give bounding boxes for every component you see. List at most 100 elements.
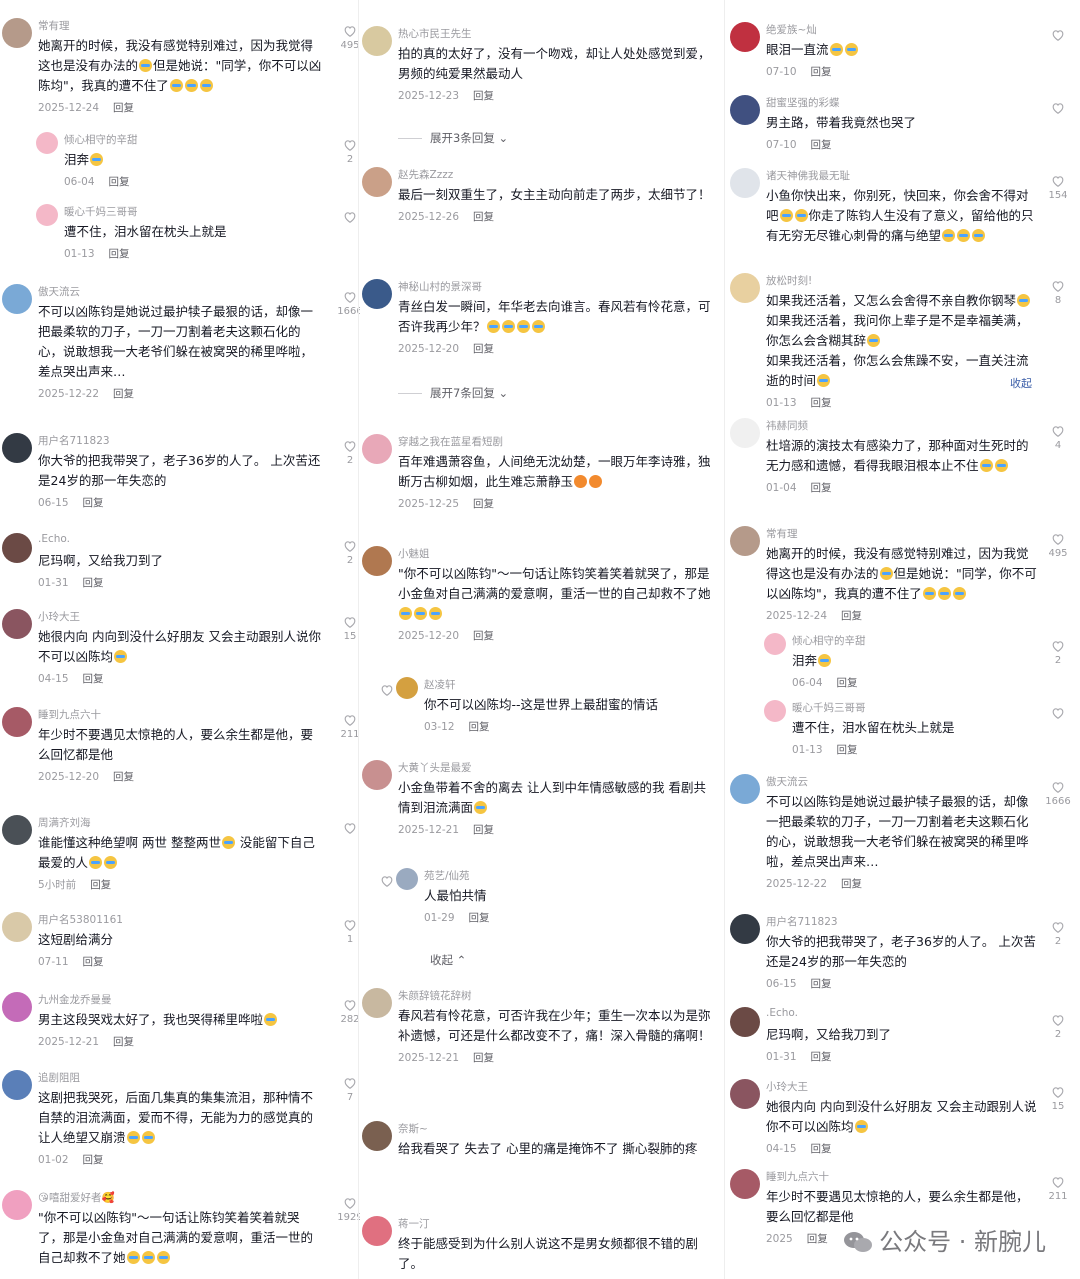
reply-button[interactable]: 回复: [837, 677, 858, 689]
like-button[interactable]: 2: [1043, 639, 1073, 666]
username[interactable]: 睡到九点六十: [766, 1169, 829, 1184]
like-button[interactable]: [372, 874, 402, 890]
avatar[interactable]: [730, 914, 760, 944]
avatar[interactable]: [730, 526, 760, 556]
avatar[interactable]: [2, 992, 32, 1022]
username[interactable]: 周满齐刘海: [38, 815, 91, 830]
username[interactable]: 用户名711823: [766, 914, 838, 929]
reply-button[interactable]: 回复: [807, 1233, 828, 1245]
expand-replies-button[interactable]: 展开7条回复 ⌄: [398, 385, 508, 401]
like-button[interactable]: 1666: [335, 290, 360, 317]
avatar[interactable]: [730, 774, 760, 804]
avatar[interactable]: [2, 433, 32, 463]
like-button[interactable]: [360, 285, 368, 301]
avatar[interactable]: [730, 1169, 760, 1199]
like-button[interactable]: [360, 32, 368, 48]
avatar[interactable]: [764, 700, 786, 722]
username[interactable]: 用户名711823: [38, 433, 110, 448]
username[interactable]: 朱颜辞镜花辞树: [398, 988, 472, 1003]
like-button[interactable]: [1043, 101, 1073, 117]
avatar[interactable]: [36, 132, 58, 154]
reply-button[interactable]: 回复: [811, 139, 832, 151]
avatar[interactable]: [730, 22, 760, 52]
like-button[interactable]: [1043, 706, 1073, 722]
avatar[interactable]: [2, 533, 32, 563]
username[interactable]: 小魅姐: [398, 546, 430, 561]
like-button[interactable]: [360, 994, 368, 1010]
avatar[interactable]: [2, 1190, 32, 1220]
reply-button[interactable]: 回复: [473, 498, 494, 510]
like-button[interactable]: [360, 173, 368, 189]
reply-button[interactable]: 回复: [841, 878, 862, 890]
avatar[interactable]: [2, 912, 32, 942]
username[interactable]: 奈斯~: [398, 1121, 428, 1136]
reply-button[interactable]: 回复: [473, 824, 494, 836]
like-button[interactable]: [360, 552, 368, 568]
like-button[interactable]: [335, 821, 360, 837]
like-button[interactable]: 2: [1043, 1013, 1073, 1040]
username[interactable]: 倾心相守的辛甜: [792, 633, 866, 648]
reply-button[interactable]: 回复: [473, 90, 494, 102]
like-button[interactable]: [360, 1127, 368, 1143]
like-button[interactable]: 154: [1043, 174, 1073, 201]
reply-button[interactable]: 回复: [841, 610, 862, 622]
reply-button[interactable]: 回复: [473, 1052, 494, 1064]
like-button[interactable]: 282: [335, 998, 360, 1025]
reply-button[interactable]: 回复: [83, 673, 104, 685]
username[interactable]: 小玲大王: [38, 609, 80, 624]
reply-button[interactable]: 回复: [83, 577, 104, 589]
username[interactable]: 😘嘻甜爱好者🥰: [38, 1190, 115, 1205]
avatar[interactable]: [2, 707, 32, 737]
reply-button[interactable]: 回复: [473, 630, 494, 642]
reply-button[interactable]: 回复: [109, 248, 130, 260]
username[interactable]: 睡到九点六十: [38, 707, 101, 722]
like-button[interactable]: 1666: [1043, 780, 1073, 807]
like-button[interactable]: 211: [335, 713, 360, 740]
reply-button[interactable]: 回复: [811, 1143, 832, 1155]
reply-button[interactable]: 回复: [469, 912, 490, 924]
reply-button[interactable]: 回复: [83, 1154, 104, 1166]
reply-button[interactable]: 回复: [113, 1036, 134, 1048]
username[interactable]: 傲天流云: [766, 774, 808, 789]
username[interactable]: 用户名53801161: [38, 912, 123, 927]
like-button[interactable]: 15: [1043, 1085, 1073, 1112]
username[interactable]: 赵凌轩: [424, 677, 456, 692]
like-button[interactable]: 2: [1043, 920, 1073, 947]
username[interactable]: 热心市民王先生: [398, 26, 472, 41]
like-button[interactable]: [360, 440, 368, 456]
username[interactable]: 穿越之我在蓝星看短剧: [398, 434, 503, 449]
like-button[interactable]: 1: [335, 918, 360, 945]
like-button[interactable]: [360, 766, 368, 782]
avatar[interactable]: [730, 1007, 760, 1037]
reply-button[interactable]: 回复: [473, 211, 494, 223]
reply-button[interactable]: 回复: [109, 176, 130, 188]
avatar[interactable]: [36, 204, 58, 226]
collapse-replies-button[interactable]: 收起 ⌃: [430, 952, 466, 968]
avatar[interactable]: [730, 273, 760, 303]
reply-button[interactable]: 回复: [811, 978, 832, 990]
username[interactable]: 常有理: [38, 18, 70, 33]
like-button[interactable]: 1929: [335, 1196, 360, 1223]
like-button[interactable]: [360, 1222, 368, 1238]
like-button[interactable]: 4: [1043, 424, 1073, 451]
username[interactable]: 小玲大王: [766, 1079, 808, 1094]
username[interactable]: 神秘山村的景深哥: [398, 279, 482, 294]
username[interactable]: 暖心千妈三哥哥: [792, 700, 866, 715]
username[interactable]: 常有理: [766, 526, 798, 541]
reply-button[interactable]: 回复: [811, 397, 832, 409]
avatar[interactable]: [730, 95, 760, 125]
username[interactable]: 赵先森Zzzz: [398, 167, 453, 182]
like-button[interactable]: 2: [335, 539, 360, 566]
collapse-link[interactable]: 收起: [1010, 375, 1032, 391]
like-button[interactable]: 2: [335, 439, 360, 466]
username[interactable]: 放松时刻!: [766, 273, 812, 288]
reply-button[interactable]: 回复: [113, 102, 134, 114]
like-button[interactable]: 495: [335, 24, 360, 51]
reply-button[interactable]: 回复: [811, 1051, 832, 1063]
avatar[interactable]: [2, 1070, 32, 1100]
reply-button[interactable]: 回复: [113, 771, 134, 783]
username[interactable]: 蒋一汀: [398, 1216, 430, 1231]
username[interactable]: 祎赫同频: [766, 418, 808, 433]
username[interactable]: .Echo.: [766, 1007, 798, 1019]
reply-button[interactable]: 回复: [83, 956, 104, 968]
